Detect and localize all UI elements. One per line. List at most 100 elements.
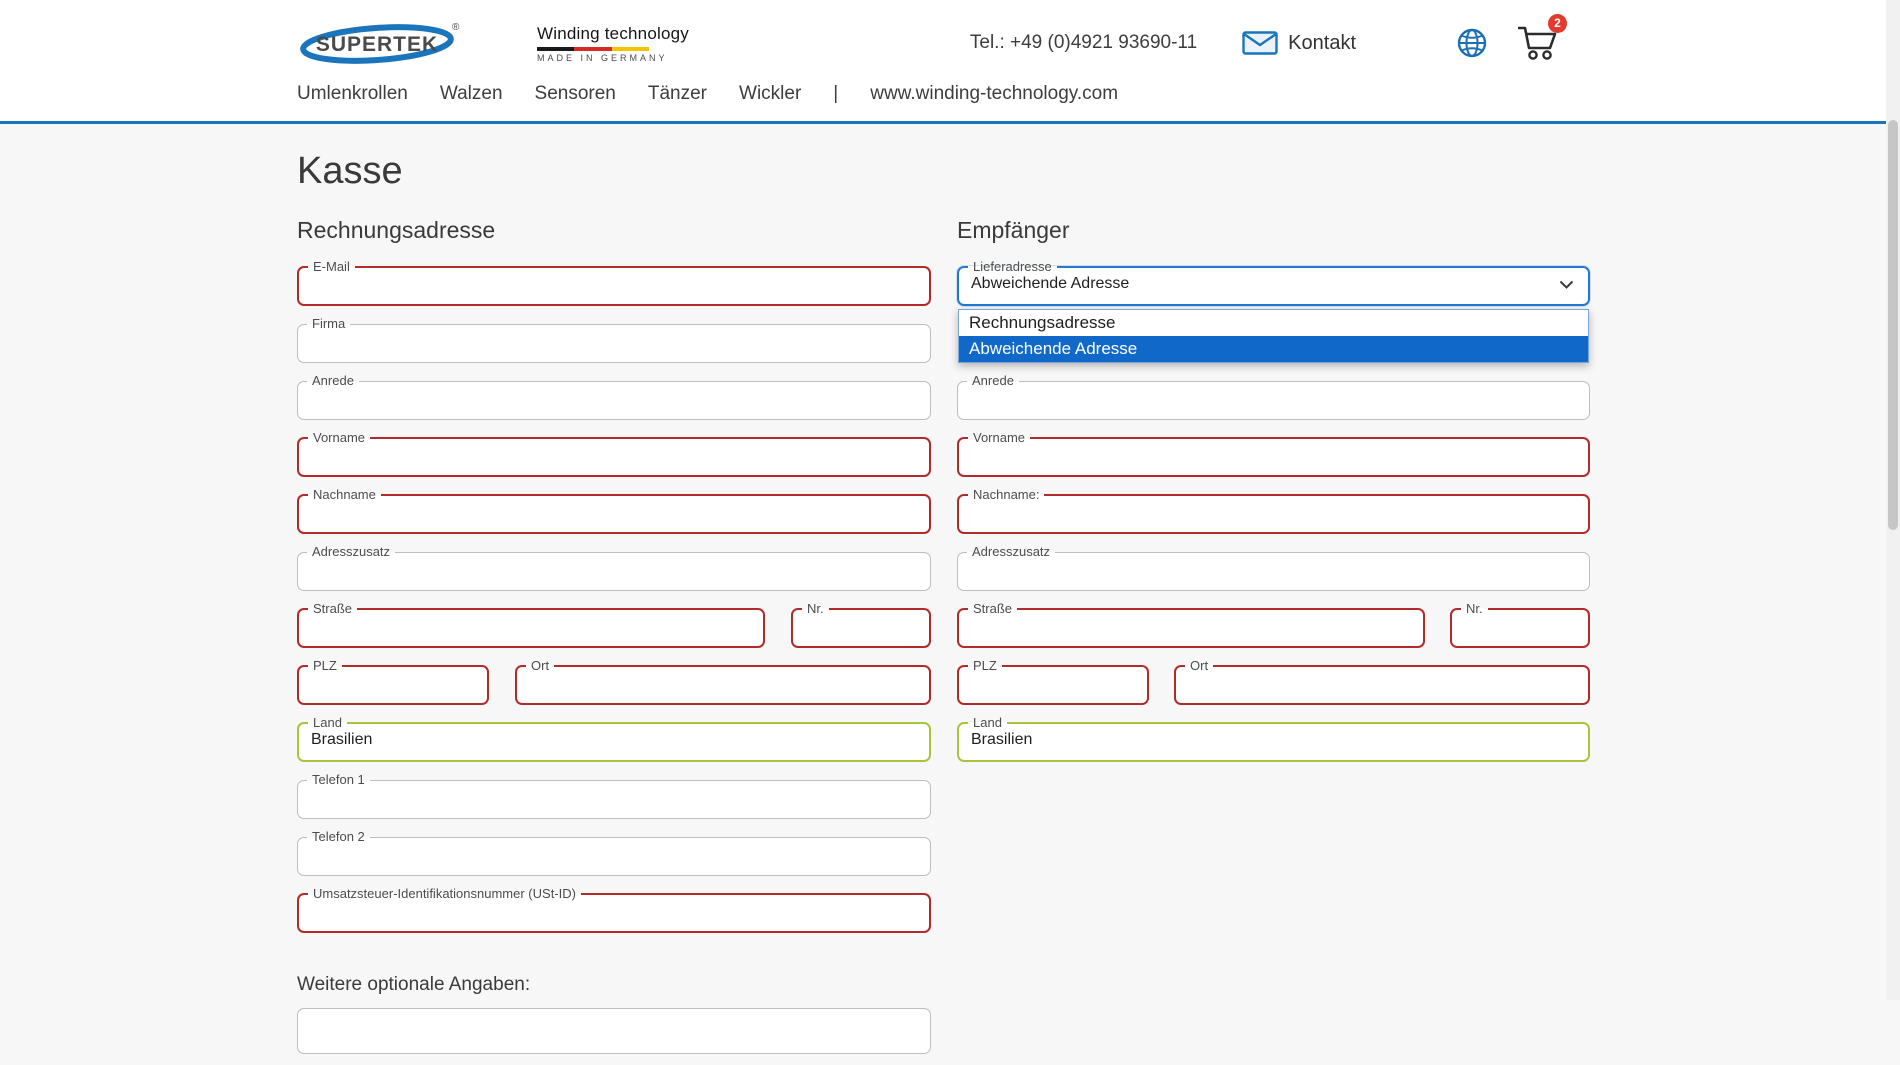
ustid-input[interactable]	[299, 901, 929, 928]
field-label: Vorname	[308, 431, 370, 445]
field-nachname-lief: Nachname:	[957, 488, 1590, 534]
plz-input[interactable]	[299, 673, 487, 700]
nachname-input[interactable]	[299, 502, 929, 529]
main-nav: Umlenkrollen Walzen Sensoren Tänzer Wickler |…	[0, 80, 1900, 121]
billing-section: Rechnungsadresse E-MailFirmaAnredeVornam…	[297, 217, 931, 1065]
field-label: PLZ	[968, 659, 1002, 673]
lieferadresse-label: Lieferadresse	[968, 260, 1057, 274]
adresszusatz-lief-input[interactable]	[958, 559, 1589, 586]
globe-icon	[1456, 27, 1488, 59]
anrede-input[interactable]	[298, 388, 930, 415]
partial-field-row	[297, 1008, 931, 1065]
field-row: Nachname:	[957, 488, 1590, 545]
field-vorname: Vorname	[297, 431, 931, 477]
field-telefon2: Telefon 2	[297, 830, 931, 876]
contact-link[interactable]: Kontakt	[1242, 31, 1356, 55]
nr-input[interactable]	[793, 616, 929, 643]
field-plz-lief: PLZ	[957, 659, 1149, 705]
nav-taenzer[interactable]: Tänzer	[648, 83, 707, 105]
field-label: Telefon 1	[307, 773, 370, 787]
vorname-lief-input[interactable]	[959, 445, 1588, 472]
field-adresszusatz-lief: Adresszusatz	[957, 545, 1590, 591]
ort-input[interactable]	[517, 673, 929, 700]
field-strasse: Straße	[297, 602, 765, 648]
nav-umlenkrollen[interactable]: Umlenkrollen	[297, 83, 408, 105]
lieferadresse-select[interactable]: Lieferadresse Abweichende Adresse	[957, 260, 1590, 306]
field-nachname: Nachname	[297, 488, 931, 534]
field-row: PLZ Ort	[297, 659, 931, 716]
adresszusatz-input[interactable]	[298, 559, 930, 586]
email-input[interactable]	[299, 274, 929, 301]
field-label: Adresszusatz	[967, 545, 1055, 559]
nav-separator: |	[833, 83, 838, 105]
field-firma: Firma	[297, 317, 931, 363]
field-label: Straße	[968, 602, 1017, 616]
nav-wickler[interactable]: Wickler	[739, 83, 801, 105]
field-adresszusatz: Adresszusatz	[297, 545, 931, 591]
nr-lief-input[interactable]	[1452, 616, 1588, 643]
telefon1-input[interactable]	[298, 787, 930, 814]
field-anrede: Anrede	[297, 374, 931, 420]
field-email: E-Mail	[297, 260, 931, 306]
ort-lief-input[interactable]	[1176, 673, 1588, 700]
winding-technology-logo: Winding technology MADE IN GERMANY	[537, 24, 689, 63]
field-ustid: Umsatzsteuer-Identifikationsnummer (USt-…	[297, 887, 931, 933]
page-title: Kasse	[297, 149, 1900, 193]
contact-label: Kontakt	[1288, 32, 1356, 55]
field-row: Anrede	[297, 374, 931, 431]
flag-black-stripe	[537, 47, 574, 51]
nav-website[interactable]: www.winding-technology.com	[870, 83, 1118, 105]
field-label: Land	[968, 716, 1007, 730]
field-label: Firma	[307, 317, 350, 331]
lieferadresse-dropdown-list: RechnungsadresseAbweichende Adresse	[958, 309, 1589, 363]
firma-input[interactable]	[298, 331, 930, 358]
cart-button[interactable]: 2	[1516, 23, 1560, 63]
land-input[interactable]	[299, 730, 929, 757]
anrede-lief-input[interactable]	[958, 388, 1589, 415]
scrollbar[interactable]	[1886, 0, 1900, 1000]
strasse-input[interactable]	[299, 616, 763, 643]
flag-red-stripe	[574, 47, 611, 51]
recipient-heading: Empfänger	[957, 217, 1590, 244]
field-label: Telefon 2	[307, 830, 370, 844]
vorname-input[interactable]	[299, 445, 929, 472]
site-header: SUPERTEK ® Winding technology MADE IN GE…	[0, 0, 1900, 124]
field-row: Firma	[297, 317, 931, 374]
telefon2-input[interactable]	[298, 844, 930, 871]
field-plz: PLZ	[297, 659, 489, 705]
strasse-lief-input[interactable]	[959, 616, 1423, 643]
plz-lief-input[interactable]	[959, 673, 1147, 700]
field-label: Land	[308, 716, 347, 730]
field-row: Anrede	[957, 374, 1590, 431]
field-telefon1: Telefon 1	[297, 773, 931, 819]
checkout-page: Kasse Rechnungsadresse E-Mail Firma Anrede…	[0, 124, 1900, 1065]
land-lief-input[interactable]	[959, 730, 1588, 757]
field-nr: Nr.	[791, 602, 931, 648]
recipient-fields: AnredeVornameNachname:AdresszusatzStraße…	[957, 374, 1590, 773]
field-label: Straße	[308, 602, 357, 616]
field-label: Adresszusatz	[307, 545, 395, 559]
dropdown-option-rechnungsadresse[interactable]: Rechnungsadresse	[959, 310, 1588, 336]
field-anrede-lief: Anrede	[957, 374, 1590, 420]
field-label: E-Mail	[308, 260, 355, 274]
field-row: E-Mail	[297, 260, 931, 317]
brand-text: SUPERTEK	[316, 33, 438, 56]
field-row: Adresszusatz	[957, 545, 1590, 602]
field-label: Nachname	[308, 488, 381, 502]
field-row: Straße Nr.	[297, 602, 931, 659]
billing-fields: E-Mail Firma Anrede Vorname Nachname Adresszu…	[297, 260, 931, 944]
nachname-lief-input[interactable]	[959, 502, 1588, 529]
field-row: Land	[297, 716, 931, 773]
supertek-logo[interactable]: SUPERTEK ®	[297, 18, 467, 68]
made-in-germany-text: MADE IN GERMANY	[537, 53, 689, 63]
nav-walzen[interactable]: Walzen	[440, 83, 503, 105]
field-label: Anrede	[307, 374, 359, 388]
cutoff-input[interactable]	[298, 1009, 930, 1036]
dropdown-option-abweichende-adresse[interactable]: Abweichende Adresse	[959, 336, 1588, 362]
field-ort: Ort	[515, 659, 931, 705]
field-land-lief: Land	[957, 716, 1590, 762]
nav-sensoren[interactable]: Sensoren	[535, 83, 616, 105]
language-selector[interactable]	[1456, 27, 1488, 59]
scrollbar-thumb[interactable]	[1888, 120, 1898, 530]
field-row: Nachname	[297, 488, 931, 545]
